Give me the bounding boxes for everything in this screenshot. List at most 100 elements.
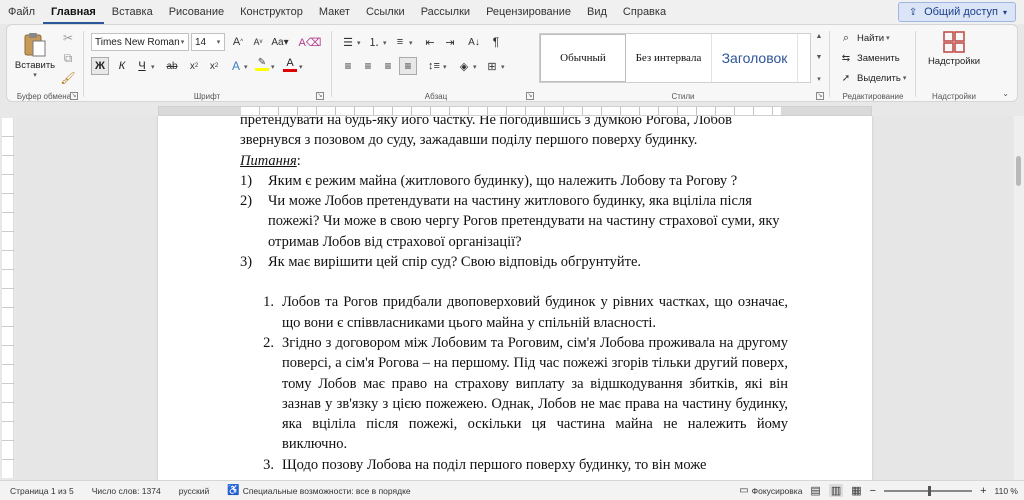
tab-7[interactable]: Рассылки	[413, 0, 478, 24]
questions-heading-line[interactable]: Питання:	[240, 151, 788, 171]
web-layout-icon[interactable]: ▦	[851, 484, 861, 497]
document-page[interactable]: претендувати на будь-яку його частку. Не…	[158, 116, 872, 480]
dialog-launcher-icon[interactable]: ↘	[70, 92, 78, 100]
borders-icon[interactable]: ⊞	[483, 57, 501, 75]
clear-formatting-icon[interactable]: A⌫	[299, 33, 322, 51]
increase-indent-icon[interactable]: ⇥	[441, 33, 459, 51]
scrollbar-thumb[interactable]	[1016, 156, 1021, 186]
addins-button[interactable]: Надстройки	[927, 31, 981, 75]
share-button[interactable]: ⇪ Общий доступ ▾	[898, 2, 1016, 22]
align-center-icon[interactable]: ≡	[359, 57, 377, 75]
align-right-icon[interactable]: ≡	[379, 57, 397, 75]
justify-icon[interactable]: ≡	[399, 57, 417, 75]
zoom-in-icon[interactable]: +	[980, 485, 986, 497]
select-button[interactable]: ➚ Выделить ▾	[837, 69, 907, 87]
read-mode-icon[interactable]: ▤	[810, 484, 820, 497]
chevron-down-icon[interactable]: ▾	[299, 63, 303, 71]
cut-icon[interactable]: ✂	[59, 29, 77, 47]
tab-8[interactable]: Рецензирование	[478, 0, 579, 24]
tab-1[interactable]: Главная	[43, 0, 104, 24]
find-button[interactable]: ⌕ Найти ▾	[837, 29, 890, 47]
paste-button[interactable]: Вставить ▾	[15, 31, 55, 79]
grow-font-icon[interactable]: A ^	[229, 33, 247, 51]
word-count[interactable]: Число слов: 1374	[92, 486, 161, 496]
tab-10[interactable]: Справка	[615, 0, 674, 24]
zoom-level[interactable]: 110 %	[995, 486, 1018, 496]
list-item[interactable]: 2. Згідно з договором між Лобовим та Рого…	[240, 333, 788, 455]
chevron-down-icon[interactable]: ▾	[383, 39, 387, 47]
font-name-combo[interactable]: Times New Roman ▾	[91, 33, 189, 51]
superscript-icon[interactable]: x2	[205, 57, 223, 75]
format-painter-icon[interactable]: 🖌	[59, 69, 77, 87]
bullets-icon[interactable]: ☰	[339, 33, 357, 51]
zoom-slider-thumb[interactable]	[928, 485, 932, 496]
line-spacing-icon[interactable]: ↕≡	[425, 57, 443, 75]
print-layout-icon[interactable]: ▥	[828, 484, 844, 497]
list-item[interactable]: 1) Яким є режим майна (житлового будинку)…	[240, 171, 788, 191]
chevron-down-icon[interactable]: ▾	[271, 63, 275, 71]
dialog-launcher-icon[interactable]: ↘	[316, 92, 324, 100]
focus-mode-button[interactable]: ▭ Фокусировка	[739, 485, 802, 496]
show-formatting-marks-icon[interactable]: ¶	[487, 33, 505, 51]
list-item[interactable]: 1. Лобов та Рогов придбали двоповерховий …	[240, 292, 788, 333]
text-effects-icon[interactable]: A	[227, 57, 245, 75]
list-item[interactable]: 2) Чи може Лобов претендувати на частину …	[240, 191, 788, 252]
highlight-button[interactable]: ✎	[253, 57, 271, 75]
tab-9[interactable]: Вид	[579, 0, 615, 24]
replace-button[interactable]: ⇆ Заменить	[837, 49, 900, 67]
zoom-out-icon[interactable]: −	[870, 485, 876, 497]
ribbon-divider	[829, 31, 830, 97]
tab-3[interactable]: Рисование	[161, 0, 232, 24]
chevron-down-icon[interactable]: ▾	[244, 63, 248, 71]
chevron-down-icon[interactable]: ▾	[501, 63, 505, 71]
shading-icon[interactable]: ◈	[455, 57, 473, 75]
tab-2[interactable]: Вставка	[104, 0, 161, 24]
chevron-down-icon[interactable]: ▾	[357, 39, 361, 47]
numbering-icon[interactable]: ⒈	[365, 33, 383, 51]
chevron-down-icon[interactable]: ▾	[409, 39, 413, 47]
vertical-scrollbar[interactable]	[1014, 116, 1024, 480]
italic-button[interactable]: К	[113, 57, 131, 75]
font-size-combo[interactable]: 14 ▾	[191, 33, 225, 51]
strikethrough-icon[interactable]: ab	[163, 57, 181, 75]
dialog-launcher-icon[interactable]: ↘	[526, 92, 534, 100]
page-count[interactable]: Страница 1 из 5	[10, 486, 74, 496]
document-text[interactable]: претендувати на будь-яку його частку. Не…	[240, 116, 788, 475]
chevron-down-icon[interactable]: ▾	[443, 63, 447, 71]
list-item-text: Лобов та Рогов придбали двоповерховий бу…	[282, 294, 788, 331]
list-item[interactable]: 3) Як має вирішити цей спір суд? Свою від…	[240, 252, 788, 272]
chevron-down-icon[interactable]: ▾	[473, 63, 477, 71]
list-item-text: Чи може Лобов претендувати на частину жи…	[268, 193, 780, 250]
tab-6[interactable]: Ссылки	[358, 0, 413, 24]
vertical-ruler-ticks	[2, 118, 14, 478]
accessibility-status[interactable]: ♿ Специальные возможности: все в порядке	[227, 485, 410, 496]
language-indicator[interactable]: русский	[179, 486, 210, 496]
paragraph-top[interactable]: претендувати на будь-яку його частку. Не…	[240, 116, 788, 151]
dialog-launcher-icon[interactable]: ↘	[816, 92, 824, 100]
subscript-icon[interactable]: x2	[185, 57, 203, 75]
bold-button[interactable]: Ж	[91, 57, 109, 75]
font-color-button[interactable]: A	[281, 57, 299, 75]
paste-icon	[24, 33, 46, 57]
list-item[interactable]: 3. Щодо позову Лобова на поділ першого по…	[240, 455, 788, 475]
tab-0[interactable]: Файл	[0, 0, 43, 24]
change-case-icon[interactable]: Aa▾	[271, 33, 289, 51]
horizontal-ruler-area	[0, 104, 1024, 116]
zoom-slider[interactable]	[884, 485, 973, 496]
tab-4[interactable]: Конструктор	[232, 0, 311, 24]
chevron-down-icon[interactable]: ▾	[213, 34, 224, 50]
font-color-bar	[283, 69, 297, 72]
multilevel-list-icon[interactable]: ≡	[391, 33, 409, 51]
chevron-down-icon[interactable]: ▾	[151, 63, 155, 71]
share-label: Общий доступ	[924, 6, 998, 18]
sort-icon[interactable]: A↓	[465, 33, 483, 51]
shrink-font-icon[interactable]: Av	[249, 33, 267, 51]
chevron-down-icon[interactable]: ▾	[177, 34, 188, 50]
decrease-indent-icon[interactable]: ⇤	[421, 33, 439, 51]
document-canvas[interactable]: претендувати на будь-яку його частку. Не…	[16, 116, 1012, 480]
chevron-down-icon[interactable]: ⌄	[1002, 89, 1009, 98]
underline-button[interactable]: Ч	[133, 57, 151, 75]
copy-icon[interactable]: ⧉	[59, 49, 77, 67]
align-left-icon[interactable]: ≡	[339, 57, 357, 75]
tab-5[interactable]: Макет	[311, 0, 358, 24]
